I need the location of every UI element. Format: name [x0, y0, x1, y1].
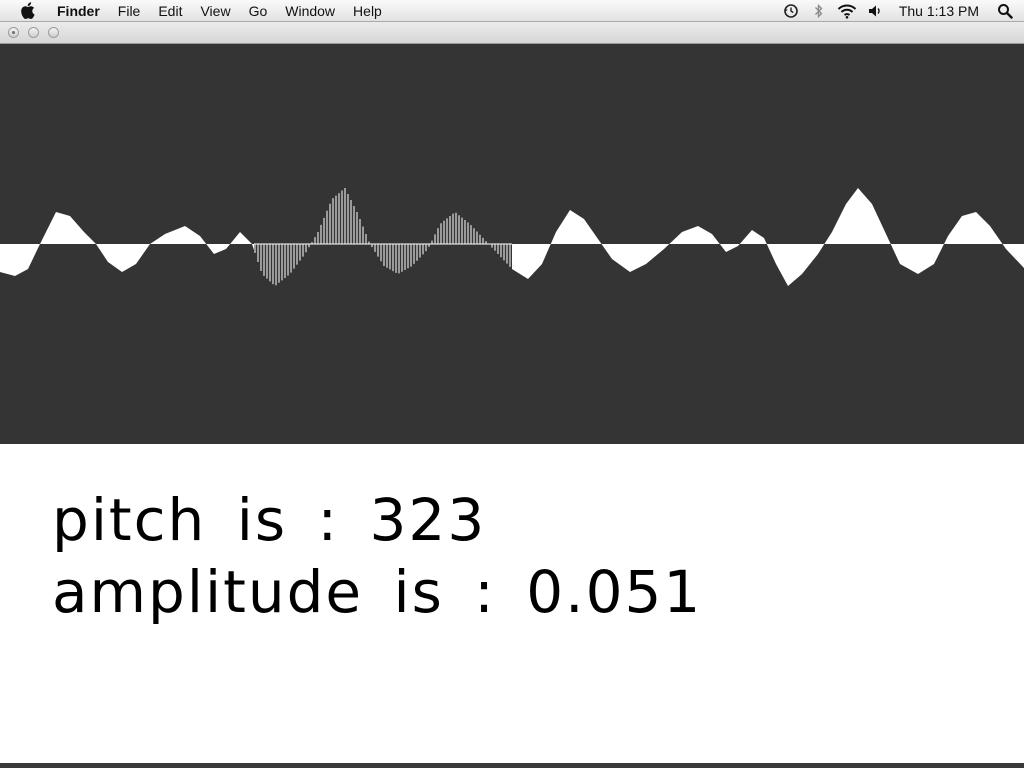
amplitude-value: 0.051 — [526, 558, 703, 626]
pitch-readout: pitch is : 323 — [52, 484, 702, 556]
menu-app-finder[interactable]: Finder — [48, 0, 109, 22]
apple-menu-icon[interactable] — [18, 2, 36, 20]
waveform-visualizer — [0, 44, 1024, 444]
audio-readout: pitch is : 323 amplitude is : 0.051 — [52, 484, 702, 628]
time-machine-icon[interactable] — [780, 0, 802, 22]
window-titlebar — [0, 22, 1024, 44]
menu-window[interactable]: Window — [276, 0, 344, 22]
volume-icon[interactable] — [864, 0, 886, 22]
window-close-button[interactable] — [8, 27, 19, 38]
pitch-value: 323 — [369, 486, 487, 554]
menu-go[interactable]: Go — [240, 0, 277, 22]
menu-file[interactable]: File — [109, 0, 150, 22]
window-bottom-edge — [0, 763, 1024, 768]
menu-bar: Finder File Edit View Go Window Help Thu… — [0, 0, 1024, 22]
bluetooth-icon[interactable] — [808, 0, 830, 22]
window-minimize-button[interactable] — [28, 27, 39, 38]
amplitude-readout: amplitude is : 0.051 — [52, 556, 702, 628]
amplitude-label: amplitude is : — [52, 558, 496, 626]
wifi-icon[interactable] — [836, 0, 858, 22]
menu-edit[interactable]: Edit — [149, 0, 191, 22]
pitch-label: pitch is : — [52, 486, 340, 554]
window-zoom-button[interactable] — [48, 27, 59, 38]
spotlight-icon[interactable] — [994, 0, 1016, 22]
menu-clock[interactable]: Thu 1:13 PM — [889, 0, 991, 22]
waveform-hatch — [254, 44, 512, 444]
menu-help[interactable]: Help — [344, 0, 391, 22]
waveform-graphic — [0, 44, 1024, 444]
menu-view[interactable]: View — [191, 0, 239, 22]
status-area: Thu 1:13 PM — [777, 0, 1024, 22]
